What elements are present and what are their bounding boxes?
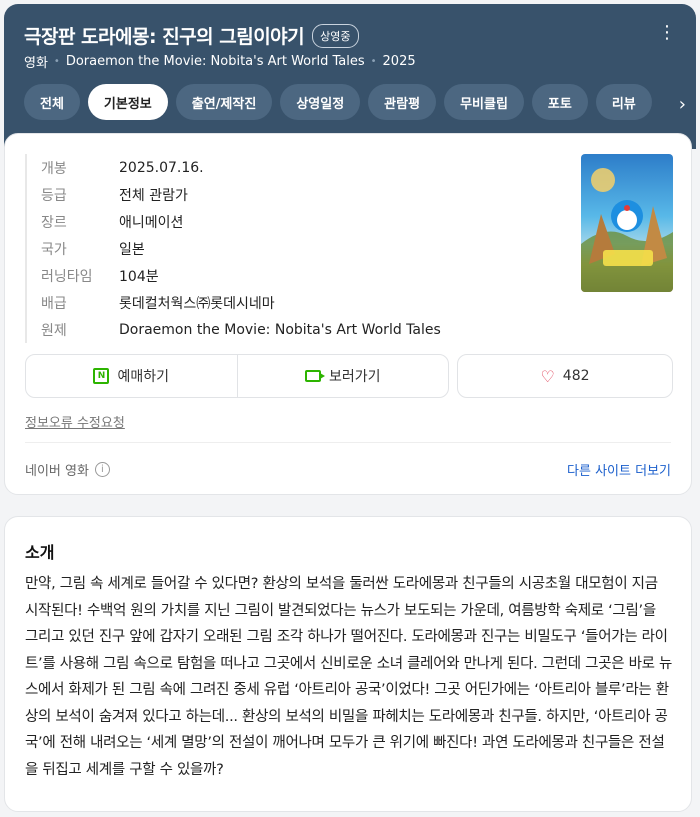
report-error-link[interactable]: 정보오류 수정요청 [25,412,125,431]
intro-text: 만약, 그림 속 세계로 들어갈 수 있다면? 환상의 보석을 둘러싼 도라에몽… [25,576,673,778]
info-value: 전체 관람가 [119,187,188,204]
separator-dot: • [53,56,60,67]
source-text: 네이버 영화 [25,464,89,479]
tab-reviews[interactable]: 관람평 [368,84,437,120]
source-label: 네이버 영화 i [25,460,110,479]
watch-button[interactable]: 보러가기 [236,355,449,397]
booking-label: 예매하기 [117,369,170,385]
tab-bar: 전체 기본정보 출연/제작진 상영일정 관람평 무비클립 포토 리뷰 [24,84,652,120]
movie-subtitle: 영화 • Doraemon the Movie: Nobita's Art Wo… [24,52,416,71]
info-label: 등급 [41,187,67,204]
info-row-genre: 장르 애니메이션 [41,208,441,235]
info-value: 104분 [119,268,159,285]
info-row-original-title: 원제 Doraemon the Movie: Nobita's Art Worl… [41,316,441,343]
info-value: Doraemon the Movie: Nobita's Art World T… [119,321,441,338]
intro-card: 소개 만약, 그림 속 세계로 들어갈 수 있다면? 환상의 보석을 둘러싼 도… [4,516,692,812]
info-label: 원제 [41,322,67,339]
info-value: 2025.07.16. [119,159,204,176]
title-row: 극장판 도라에몽: 진구의 그림이야기 상영중 [24,22,359,49]
heart-icon: ♡ [540,366,555,386]
more-options-icon[interactable]: ⋮ [658,24,676,42]
video-icon [304,370,325,382]
info-value: 롯데컬처웍스㈜롯데시네마 [119,295,275,312]
separator-dot: • [370,56,377,67]
info-icon[interactable]: i [94,462,110,477]
year-label: 2025 [382,54,416,69]
movie-header: 극장판 도라에몽: 진구의 그림이야기 상영중 ⋮ 영화 • Doraemon … [4,4,696,149]
info-list: 개봉 2025.07.16. 등급 전체 관람가 장르 애니메이션 국가 일본 … [25,154,441,343]
poster-image [581,168,673,292]
like-count: 482 [562,368,590,384]
chevron-right-icon[interactable]: › [679,94,686,115]
info-value: 일본 [119,241,145,258]
tab-photos[interactable]: 포토 [531,84,588,120]
like-button[interactable]: ♡ 482 [457,354,673,398]
original-title-label: Doraemon the Movie: Nobita's Art World T… [65,54,365,69]
booking-button[interactable]: N 예매하기 [26,355,237,397]
info-label: 국가 [41,241,67,258]
info-row-rating: 등급 전체 관람가 [41,181,441,208]
info-label: 장르 [41,214,67,231]
tab-fade [650,84,696,124]
tab-cast-crew[interactable]: 출연/제작진 [175,84,273,120]
category-label: 영화 [24,56,48,71]
tab-showtimes[interactable]: 상영일정 [280,84,361,120]
movie-poster[interactable] [581,154,673,292]
tab-basic-info[interactable]: 기본정보 [87,84,168,120]
info-value: 애니메이션 [119,214,184,231]
watch-label: 보러가기 [328,369,381,385]
tab-review[interactable]: 리뷰 [595,84,652,120]
action-button-group: N 예매하기 보러가기 [25,354,449,398]
status-badge: 상영중 [312,23,359,48]
intro-title: 소개 [25,543,55,562]
other-sites-link[interactable]: 다른 사이트 더보기 [567,460,671,479]
tab-movie-clips[interactable]: 무비클립 [444,84,524,120]
tab-all[interactable]: 전체 [24,84,80,120]
info-label: 개봉 [41,160,67,177]
basic-info-card: 개봉 2025.07.16. 등급 전체 관람가 장르 애니메이션 국가 일본 … [4,133,692,495]
divider [25,442,671,443]
info-row-release: 개봉 2025.07.16. [41,154,441,181]
calendar-icon: N [93,368,110,384]
movie-title: 극장판 도라에몽: 진구의 그림이야기 [24,26,305,48]
info-row-runtime: 러닝타임 104분 [41,262,441,289]
info-label: 배급 [41,295,67,312]
info-row-country: 국가 일본 [41,235,441,262]
info-label: 러닝타임 [41,268,93,285]
info-row-distributor: 배급 롯데컬처웍스㈜롯데시네마 [41,289,441,316]
